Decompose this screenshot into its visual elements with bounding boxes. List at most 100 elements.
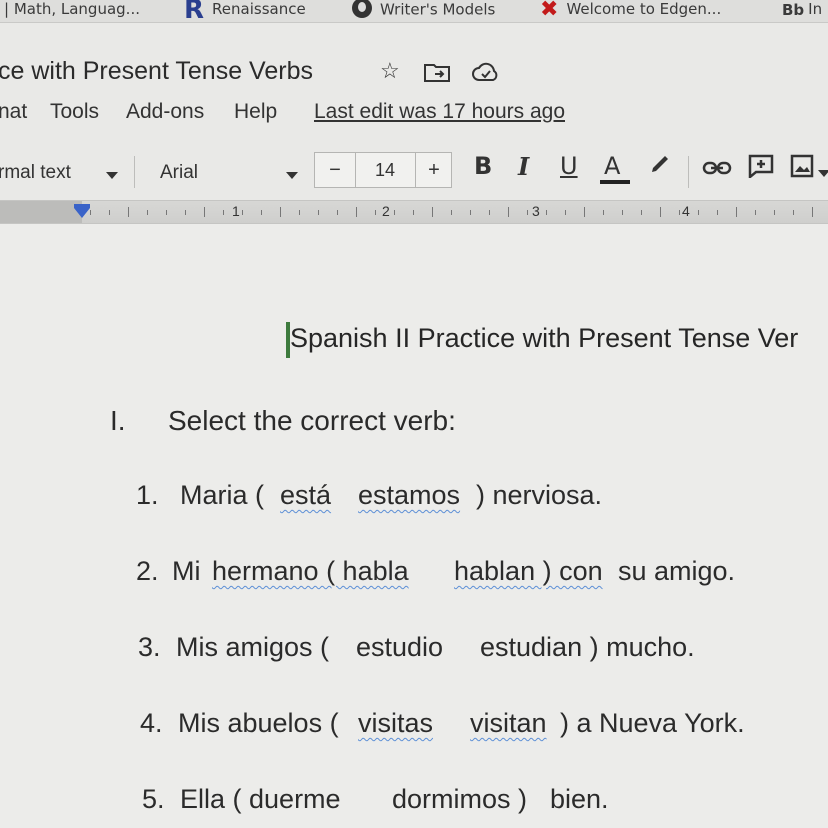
ruler-tick (337, 210, 338, 215)
cloud-status-icon[interactable] (472, 62, 500, 88)
bookmark-label: In (808, 0, 823, 18)
ruler-tick (375, 210, 376, 215)
ruler-tick (565, 210, 566, 215)
font-size-increase-button[interactable]: + (415, 153, 452, 187)
font-caret-icon[interactable] (286, 172, 298, 179)
font-size-control: − 14 + (314, 152, 452, 188)
highlight-pen-icon[interactable] (648, 154, 674, 182)
ruler-tick (603, 210, 604, 215)
ruler-tick (90, 210, 91, 215)
ruler-tick (318, 210, 319, 215)
section-title[interactable]: Select the correct verb: (168, 405, 456, 437)
ruler-tick (185, 210, 186, 215)
ruler-tick (223, 210, 224, 215)
insert-image-icon[interactable] (790, 154, 816, 184)
verb-option: hermano ( habla (212, 556, 409, 586)
ruler-tick (166, 210, 167, 215)
item-number: 1. (136, 480, 159, 510)
ruler-number: 4 (682, 203, 690, 219)
bold-button[interactable]: B (474, 152, 492, 180)
bookmark-writers-models[interactable]: Writer's Models (352, 0, 495, 20)
style-caret-icon[interactable] (106, 172, 118, 179)
bookmark-blackboard[interactable]: Bb In (782, 0, 822, 20)
ruler-tick (698, 210, 699, 215)
ruler-tick (774, 210, 775, 215)
underline-button[interactable]: U (560, 152, 578, 180)
ruler-tick (489, 210, 490, 215)
verb-option: hablan ) con (454, 556, 603, 586)
ruler-number: 2 (382, 203, 390, 219)
menu-help[interactable]: Help (234, 100, 277, 124)
ruler-margin (0, 201, 82, 223)
ruler-tick (736, 207, 737, 217)
ruler-tick (204, 207, 205, 217)
ruler-tick (508, 207, 509, 217)
ruler-tick (527, 210, 528, 215)
ruler[interactable]: 1 2 3 4 (0, 200, 828, 224)
item-text: ) a Nueva York. (560, 708, 745, 738)
bookmark-label: | Math, Languag... (4, 0, 140, 18)
ruler-tick (470, 210, 471, 215)
verb-option: visitan (470, 708, 547, 738)
bookmark-label: Welcome to Edgen... (566, 0, 722, 18)
left-indent-handle[interactable] (74, 208, 90, 218)
bookmark-math[interactable]: | Math, Languag... (4, 0, 140, 20)
text-color-button[interactable]: A (604, 152, 620, 180)
document-heading[interactable]: Spanish II Practice with Present Tense V… (290, 323, 798, 354)
renaissance-r-icon: R (184, 0, 205, 25)
last-edit-link[interactable]: Last edit was 17 hours ago (314, 100, 565, 124)
ruler-tick (546, 210, 547, 215)
font-size-decrease-button[interactable]: − (315, 153, 356, 187)
item-number: 5. (142, 784, 165, 814)
ruler-tick (641, 210, 642, 215)
item-text: Maria ( (180, 480, 265, 510)
item-text: Mis abuelos ( (178, 708, 339, 738)
ruler-tick (299, 210, 300, 215)
verb-option: estudio (356, 632, 444, 662)
menu-format[interactable]: nat (0, 100, 27, 124)
item-text: Ella ( duerme (180, 784, 341, 814)
menu-addons[interactable]: Add-ons (126, 100, 204, 124)
item-text: Mis amigos ( (176, 632, 330, 662)
font-size-input[interactable]: 14 (356, 153, 414, 187)
bookmarks-bar: | Math, Languag... R Renaissance Writer's… (0, 0, 828, 23)
insert-link-icon[interactable] (702, 156, 732, 184)
item-text: su amigo. (618, 556, 736, 586)
ruler-tick (147, 210, 148, 215)
ruler-tick (356, 207, 357, 217)
style-dropdown[interactable]: rmal text (0, 162, 71, 184)
ruler-tick (793, 210, 794, 215)
bookmark-renaissance[interactable]: R Renaissance (184, 0, 306, 25)
item-number: 4. (140, 708, 163, 738)
insert-comment-icon[interactable] (748, 154, 774, 184)
section-number: I. (110, 405, 126, 436)
ruler-tick (717, 210, 718, 215)
bookmark-label: Writer's Models (380, 0, 496, 19)
star-icon[interactable]: ☆ (380, 58, 400, 84)
divider (134, 156, 135, 188)
toolbar: rmal text Arial − 14 + B I U A (0, 148, 828, 196)
ruler-tick (280, 207, 281, 217)
ruler-tick (432, 207, 433, 217)
bookmark-edgenuity[interactable]: ✖ Welcome to Edgen... (540, 0, 721, 20)
ruler-tick (584, 207, 585, 217)
ruler-tick (413, 210, 414, 215)
verb-option: dormimos ) (392, 784, 528, 814)
item-text: ) nerviosa. (476, 480, 603, 510)
item-text: estudian ) mucho. (480, 632, 695, 662)
ruler-tick (128, 207, 129, 217)
edgenuity-x-icon: ✖ (540, 0, 559, 22)
menu-tools[interactable]: Tools (50, 100, 99, 124)
item-text: Mi (172, 556, 201, 586)
document-title[interactable]: ce with Present Tense Verbs (0, 57, 313, 86)
ruler-number: 1 (232, 203, 240, 219)
image-caret-icon[interactable] (818, 170, 828, 177)
italic-button[interactable]: I (518, 152, 529, 181)
font-dropdown[interactable]: Arial (160, 162, 198, 184)
ruler-tick (679, 210, 680, 215)
ruler-tick (622, 210, 623, 215)
move-folder-icon[interactable] (424, 62, 450, 88)
item-number: 3. (138, 632, 161, 662)
text-color-swatch (600, 180, 630, 184)
item-number: 2. (136, 556, 159, 586)
